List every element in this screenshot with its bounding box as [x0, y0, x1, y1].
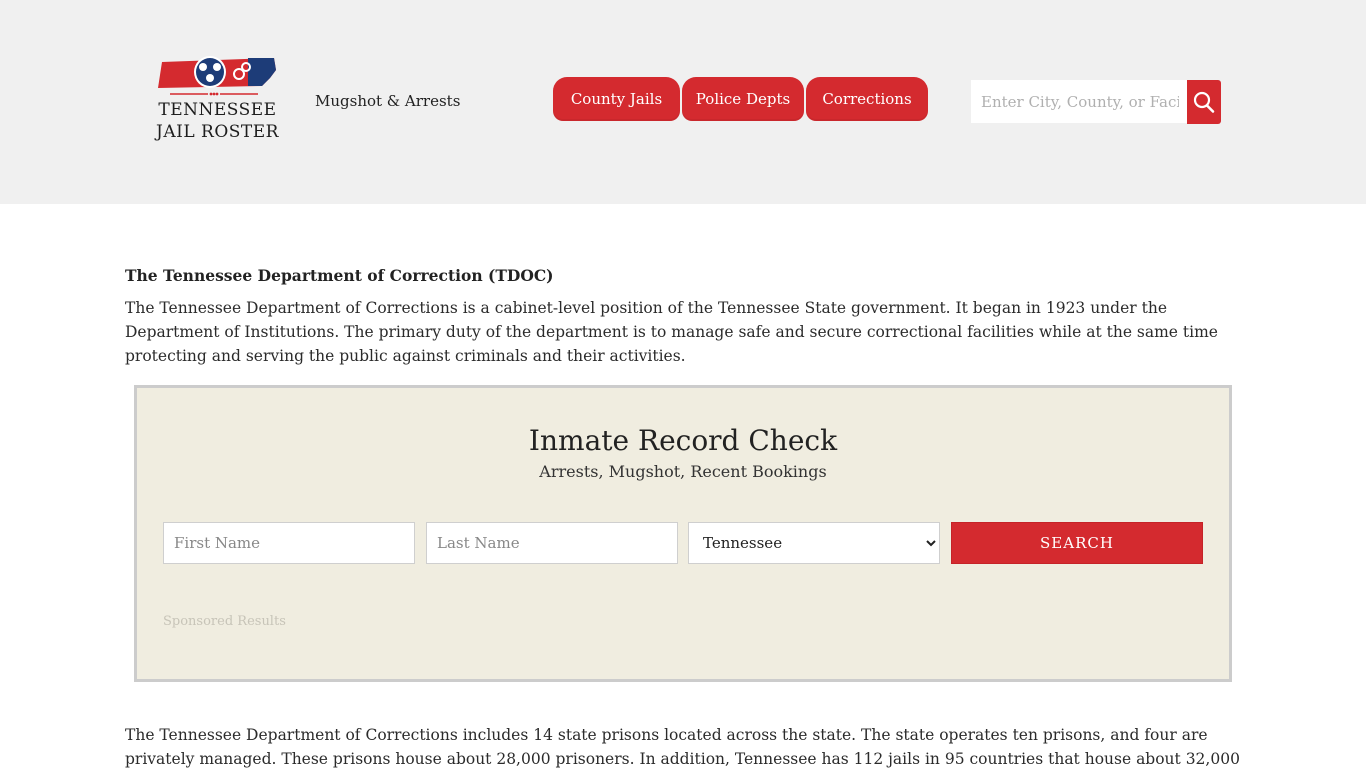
body-paragraph: The Tennessee Department of Corrections … [125, 726, 1240, 768]
record-check-subtitle: Arrests, Mugshot, Recent Bookings [539, 462, 827, 481]
main-nav: County Jails Police Depts Corrections [553, 77, 933, 121]
site-logo[interactable]: TENNESSEE JAIL ROSTER [150, 56, 285, 148]
intro-paragraph: The Tennessee Department of Corrections … [125, 299, 1218, 365]
first-name-field[interactable] [163, 522, 415, 564]
logo-text-line2: JAIL ROSTER [156, 122, 279, 142]
site-tagline[interactable]: Mugshot & Arrests [315, 92, 460, 110]
nav-corrections[interactable]: Corrections [806, 77, 928, 121]
tennessee-state-logo [158, 56, 276, 96]
site-search-button[interactable] [1187, 80, 1221, 124]
search-icon [1193, 91, 1215, 113]
inmate-record-check-panel: Inmate Record Check Arrests, Mugshot, Re… [134, 385, 1232, 682]
logo-text-line1: TENNESSEE [158, 100, 277, 120]
sponsored-results-label: Sponsored Results [163, 614, 286, 629]
nav-police-depts[interactable]: Police Depts [682, 77, 804, 121]
site-header: TENNESSEE JAIL ROSTER Mugshot & Arrests … [0, 0, 1366, 204]
nav-county-jails[interactable]: County Jails [553, 77, 680, 121]
last-name-field[interactable] [426, 522, 678, 564]
record-check-title: Inmate Record Check [528, 424, 838, 457]
record-search-button[interactable]: SEARCH [951, 522, 1203, 564]
page-title: The Tennessee Department of Correction (… [125, 266, 554, 285]
site-search-input[interactable] [971, 80, 1189, 123]
state-select[interactable]: Tennessee [688, 522, 940, 564]
